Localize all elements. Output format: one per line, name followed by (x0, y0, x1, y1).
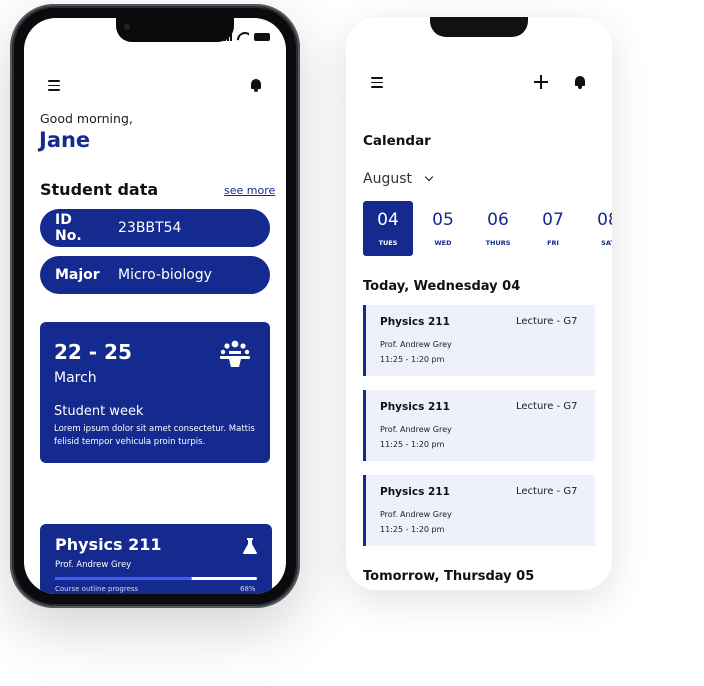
day-number: 06 (487, 210, 509, 230)
day-weekday: THURS (485, 239, 511, 247)
course-professor: Prof. Andrew Grey (55, 560, 132, 570)
day-item[interactable]: 07 FRI (528, 201, 578, 256)
month-label: August (363, 171, 412, 187)
notch (116, 18, 234, 42)
day-weekday: FRI (547, 239, 559, 247)
lecture-course: Physics 211 (380, 316, 450, 328)
lecture-course: Physics 211 (380, 401, 450, 413)
phone-home: Good morning, Jane Student data see more… (10, 4, 300, 608)
row-value: Micro-biology (118, 267, 212, 283)
lecture-item[interactable]: Physics 211 Lecture - G7 Prof. Andrew Gr… (363, 475, 595, 546)
lecture-room: Lecture - G7 (516, 316, 578, 327)
row-value: 23BBT54 (118, 220, 182, 236)
day-weekday: SAT (601, 239, 612, 247)
lecture-room: Lecture - G7 (516, 401, 578, 412)
lecture-professor: Prof. Andrew Grey (380, 340, 452, 349)
course-title: Physics 211 (55, 535, 162, 554)
notch (430, 17, 528, 37)
battery-icon (254, 32, 270, 41)
day-number: 04 (377, 210, 399, 230)
event-description: Lorem ipsum dolor sit amet consectetur. … (54, 424, 255, 447)
day-number: 08 (597, 210, 612, 230)
event-card[interactable]: 22 - 25 March Student week Lorem ipsum d… (40, 322, 270, 463)
lecture-time: 11:25 - 1:20 pm (380, 355, 445, 364)
wifi-icon (237, 32, 249, 41)
lecture-professor: Prof. Andrew Grey (380, 425, 452, 434)
progress-fill (55, 577, 193, 580)
status-bar (221, 32, 270, 41)
page-title: Calendar (363, 133, 431, 149)
progress-label: Course outline progress (55, 585, 139, 593)
day-item[interactable]: 05 WED (418, 201, 468, 256)
menu-icon[interactable] (48, 80, 60, 91)
event-dates: 22 - 25 (54, 340, 132, 364)
home-screen: Good morning, Jane Student data see more… (24, 18, 286, 594)
chevron-down-icon (424, 172, 434, 182)
event-month: March (54, 370, 97, 386)
day-item[interactable]: 08 SAT (583, 201, 612, 256)
flask-icon (243, 538, 257, 554)
month-dropdown[interactable]: August (363, 171, 434, 187)
progress-bar (55, 577, 257, 580)
greeting: Good morning, (40, 111, 133, 126)
day-item[interactable]: 06 THURS (473, 201, 523, 256)
student-id-row: ID No. 23BBT54 (40, 209, 270, 247)
menu-icon[interactable] (371, 77, 383, 88)
user-name: Jane (39, 128, 91, 152)
lecture-time: 11:25 - 1:20 pm (380, 440, 445, 449)
day-weekday: WED (434, 239, 452, 247)
presenter-icon (220, 340, 250, 367)
event-title: Student week (54, 404, 144, 419)
progress-value: 68% (240, 585, 256, 593)
course-card[interactable]: Physics 211 Prof. Andrew Grey Course out… (40, 524, 272, 594)
day-number: 07 (542, 210, 564, 230)
phone-calendar: Calendar August 04 TUES 05 WED 06 THURS … (346, 17, 612, 590)
day-item[interactable]: 04 TUES (363, 201, 413, 256)
bell-icon[interactable] (574, 75, 586, 89)
student-major-row: Major Micro-biology (40, 256, 270, 294)
today-heading: Today, Wednesday 04 (363, 279, 521, 294)
row-key: Major (55, 267, 100, 283)
lecture-item[interactable]: Physics 211 Lecture - G7 Prof. Andrew Gr… (363, 305, 595, 376)
tomorrow-heading: Tomorrow, Thursday 05 (363, 569, 535, 584)
lecture-item[interactable]: Physics 211 Lecture - G7 Prof. Andrew Gr… (363, 390, 595, 461)
day-number: 05 (432, 210, 454, 230)
camera-icon (124, 24, 130, 30)
signal-icon (221, 32, 232, 41)
row-key: ID No. (55, 212, 82, 244)
section-title: Student data (40, 180, 159, 199)
bell-icon[interactable] (250, 78, 262, 92)
lecture-room: Lecture - G7 (516, 486, 578, 497)
add-icon[interactable] (534, 75, 548, 89)
see-more-link[interactable]: see more (224, 184, 275, 197)
lecture-time: 11:25 - 1:20 pm (380, 525, 445, 534)
lecture-course: Physics 211 (380, 486, 450, 498)
lecture-professor: Prof. Andrew Grey (380, 510, 452, 519)
day-weekday: TUES (378, 239, 398, 247)
